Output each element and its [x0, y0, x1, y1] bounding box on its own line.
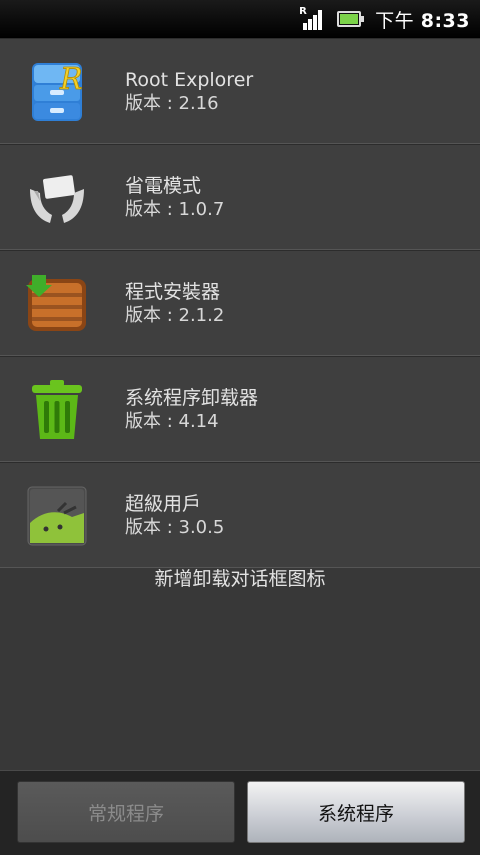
app-version: 版本 : 4.14: [125, 411, 219, 432]
android-superuser-icon: [27, 486, 87, 546]
status-clock: 下午 8:33: [375, 6, 470, 33]
list-item-installer[interactable]: 程式安裝器 版本 : 2.1.2: [0, 250, 480, 356]
app-version: 版本 : 1.0.7: [125, 199, 225, 220]
info-text: 新增卸载对话框图标: [154, 568, 326, 590]
tab-system-apps[interactable]: 系统程序: [247, 781, 465, 843]
signal-roaming-letter: R: [299, 6, 307, 17]
app-name: 系统程序卸载器: [125, 387, 259, 409]
list-item-root-explorer[interactable]: R Root Explorer 版本 : 2.16: [0, 38, 480, 144]
hands-battery-icon: [30, 175, 84, 223]
trash-can-icon: [32, 380, 82, 439]
app-version: 版本 : 2.1.2: [125, 305, 225, 326]
status-bar: R 下午 8:33: [0, 0, 480, 38]
tab-normal-apps[interactable]: 常规程序: [17, 781, 235, 843]
app-version: 版本 : 2.16: [125, 93, 219, 114]
battery-icon: [337, 11, 365, 27]
app-name: 省電模式: [125, 175, 202, 197]
crate-download-icon: [26, 275, 86, 331]
signal-icon: R: [299, 6, 323, 30]
app-name: 超級用戶: [125, 493, 202, 515]
app-name: Root Explorer: [125, 69, 254, 91]
list-item-superuser[interactable]: 超級用戶 版本 : 3.0.5: [0, 462, 480, 568]
clock-time: 8:33: [420, 9, 470, 32]
list-item-power-saving[interactable]: 省電模式 版本 : 1.0.7: [0, 144, 480, 250]
status-indicators: R 下午 8:33: [299, 0, 470, 38]
file-cabinet-icon: R: [32, 62, 83, 121]
app-name: 程式安裝器: [125, 281, 221, 303]
list-item-uninstaller[interactable]: 系统程序卸载器 版本 : 4.14: [0, 356, 480, 462]
app-version: 版本 : 3.0.5: [125, 517, 225, 538]
bottom-tab-bar: 常规程序 系统程序: [0, 770, 480, 855]
svg-text:R: R: [59, 62, 83, 97]
clock-period: 下午: [375, 9, 415, 32]
app-list: R Root Explorer 版本 : 2.16 省電模式 版本 : 1.0.…: [0, 38, 480, 568]
